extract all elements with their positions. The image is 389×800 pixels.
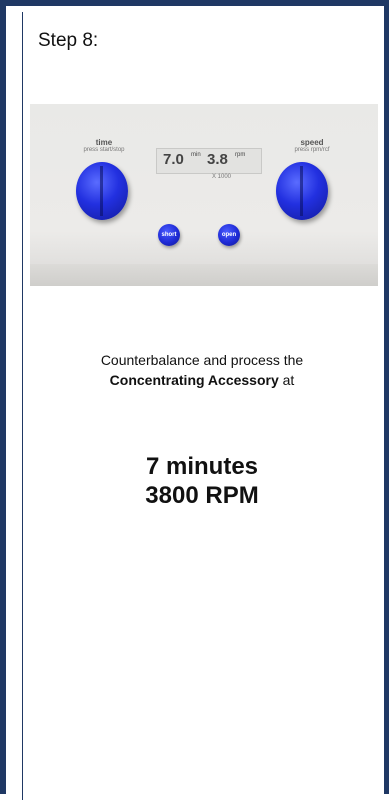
step-card: Step 8: time press start/stop 7.0 min 3.… xyxy=(0,0,389,800)
time-knob-sub: press start/stop xyxy=(83,147,125,153)
instruction-text: Counterbalance and process the Concentra… xyxy=(32,350,372,390)
speed-knob-label: speed xyxy=(300,138,324,147)
display-speed-unit: rpm xyxy=(235,152,246,158)
time-knob xyxy=(76,162,128,220)
display-time-value: 7.0 xyxy=(163,151,184,168)
time-knob-label: time xyxy=(95,138,113,147)
step-title: Step 8: xyxy=(38,30,99,51)
display-time-unit: min xyxy=(191,152,201,158)
instruction-suffix: at xyxy=(278,372,295,388)
run-time: 7 minutes xyxy=(145,453,259,480)
speed-knob xyxy=(276,162,328,220)
run-settings: 7 minutes 3800 RPM xyxy=(32,452,372,510)
short-button: short xyxy=(158,224,180,246)
card-divider xyxy=(22,12,23,800)
panel-shadow xyxy=(30,264,378,286)
instruction-bold: Concentrating Accessory xyxy=(109,372,279,388)
speed-knob-sub: press rpm/rcf xyxy=(294,147,330,153)
instruction-line1: Counterbalance and process the xyxy=(100,352,304,368)
display-multiplier: X 1000 xyxy=(212,174,232,180)
open-button: open xyxy=(218,224,240,246)
panel-display: 7.0 min 3.8 rpm xyxy=(156,148,262,174)
run-speed: 3800 RPM xyxy=(145,482,259,509)
display-speed-value: 3.8 xyxy=(207,151,228,168)
centrifuge-panel-photo: time press start/stop 7.0 min 3.8 rpm X … xyxy=(30,104,378,286)
